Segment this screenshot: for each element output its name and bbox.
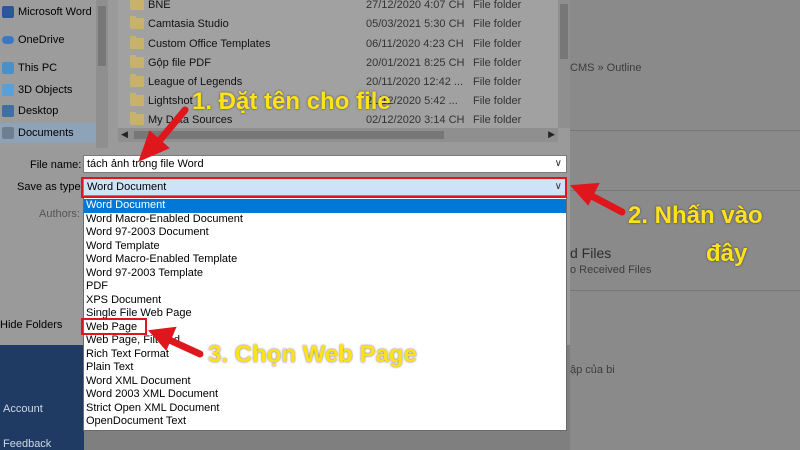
annotation-step2-line2: đây — [706, 240, 748, 267]
arrow-step3 — [147, 326, 204, 358]
annotation-step2-line1: 2. Nhấn vào — [628, 202, 763, 229]
annotation-step3: 3. Chọn Web Page — [208, 341, 417, 368]
annotation-step1: 1. Đặt tên cho file — [192, 88, 391, 115]
arrow-step2 — [569, 182, 626, 216]
arrow-step1 — [138, 106, 189, 162]
